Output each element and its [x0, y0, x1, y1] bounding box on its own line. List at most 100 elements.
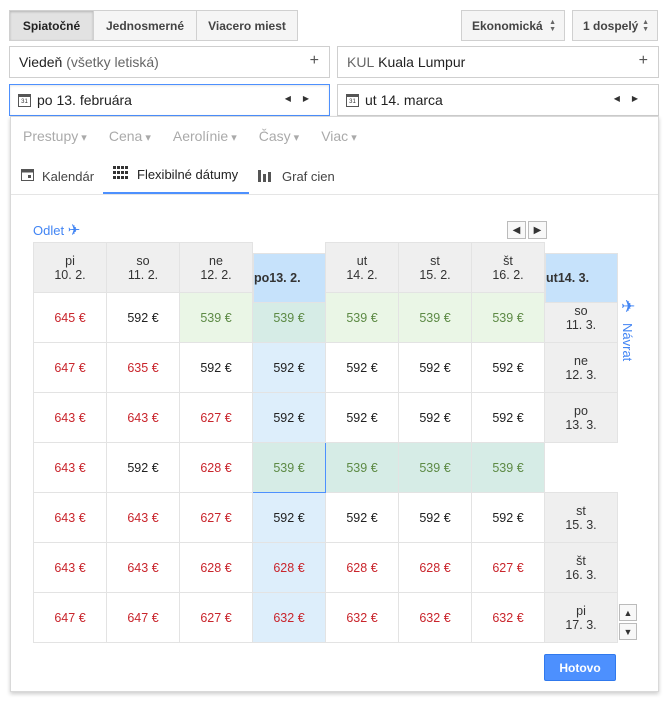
- price-cell[interactable]: 643 €: [33, 542, 107, 593]
- prev-week-button[interactable]: ◀: [507, 221, 526, 239]
- price-cell[interactable]: 539 €: [471, 292, 545, 343]
- price-cell[interactable]: 628 €: [325, 542, 399, 593]
- column-header[interactable]: št 16. 2.: [471, 242, 545, 293]
- depart-date-field[interactable]: 31 po 13. februára ◀▶: [9, 84, 330, 116]
- row-date: 14. 3.: [557, 270, 590, 285]
- price-cell[interactable]: 628 €: [179, 542, 253, 593]
- trip-type-oneway[interactable]: Jednosmerné: [93, 10, 197, 41]
- column-date: 12. 2.: [200, 267, 232, 282]
- price-cell[interactable]: 592 €: [106, 442, 180, 493]
- cabin-select[interactable]: Ekonomická ▲ ▼: [461, 10, 565, 41]
- price-cell[interactable]: 643 €: [106, 542, 180, 593]
- row-header[interactable]: st 15. 3.: [544, 492, 618, 543]
- price-cell[interactable]: 539 €: [398, 292, 472, 343]
- price-cell[interactable]: 628 €: [179, 442, 253, 493]
- row-header[interactable]: ne 12. 3.: [544, 342, 618, 393]
- price-cell[interactable]: 539 €: [179, 292, 253, 343]
- price-cell[interactable]: 592 €: [325, 492, 399, 543]
- column-header[interactable]: ne 12. 2.: [179, 242, 253, 293]
- price-cell[interactable]: 647 €: [106, 592, 180, 643]
- price-grid: pi 10. 2. so 11. 2. ne 12. 2. po 13. 2. ut 14. 2.…: [33, 242, 618, 643]
- column-header[interactable]: so 11. 2.: [106, 242, 180, 293]
- price-cell[interactable]: 539 €: [471, 442, 545, 493]
- price-cell[interactable]: 592 €: [471, 342, 545, 393]
- price-cell[interactable]: 643 €: [33, 442, 107, 493]
- price-cell[interactable]: 627 €: [471, 542, 545, 593]
- next-rows-button[interactable]: ▼: [619, 623, 637, 640]
- filter-price[interactable]: Cena: [109, 128, 151, 144]
- return-date-field[interactable]: 31 ut 14. marca ◀▶: [337, 84, 659, 116]
- price-cell[interactable]: 592 €: [398, 392, 472, 443]
- calendar-icon: 31: [346, 93, 359, 107]
- price-cell[interactable]: 643 €: [106, 492, 180, 543]
- price-cell[interactable]: 643 €: [33, 392, 107, 443]
- tab-flexible-dates[interactable]: Flexibilné dátumy: [103, 157, 249, 195]
- done-button[interactable]: Hotovo: [544, 654, 616, 681]
- price-cell[interactable]: 643 €: [106, 392, 180, 443]
- price-cell[interactable]: 647 €: [33, 592, 107, 643]
- column-header[interactable]: po 13. 2.: [253, 252, 326, 303]
- price-cell[interactable]: 592 €: [325, 392, 399, 443]
- destination-input[interactable]: KUL Kuala Lumpur +: [337, 46, 659, 78]
- tab-price-chart[interactable]: Graf cien: [258, 157, 358, 195]
- origin-suffix: (všetky letiská): [66, 54, 159, 70]
- origin-name: Viedeň: [19, 54, 63, 70]
- price-cell[interactable]: 592 €: [398, 492, 472, 543]
- table-row: 643 €643 €627 €592 €592 €592 €592 € st 15.…: [33, 492, 618, 543]
- column-date: 16. 2.: [492, 267, 524, 282]
- column-day: pi: [65, 253, 75, 268]
- price-cell[interactable]: 645 €: [33, 292, 107, 343]
- row-day: ut: [546, 270, 558, 285]
- price-cell[interactable]: 627 €: [179, 392, 253, 443]
- filter-times[interactable]: Časy: [259, 128, 299, 144]
- date-prev-next-icon[interactable]: ◀▶: [614, 94, 650, 103]
- row-header[interactable]: pi 17. 3.: [544, 592, 618, 643]
- tab-calendar[interactable]: Kalendár: [21, 157, 103, 195]
- return-label-text: Návrat: [620, 323, 635, 362]
- price-cell[interactable]: 539 €: [252, 442, 326, 493]
- row-header[interactable]: po 13. 3.: [544, 392, 618, 443]
- price-cell[interactable]: 628 €: [252, 542, 326, 593]
- filter-airlines[interactable]: Aerolínie: [173, 128, 237, 144]
- price-cell[interactable]: 592 €: [252, 342, 326, 393]
- price-cell[interactable]: 632 €: [325, 592, 399, 643]
- price-cell[interactable]: 627 €: [179, 492, 253, 543]
- price-cell[interactable]: 592 €: [398, 342, 472, 393]
- column-header[interactable]: st 15. 2.: [398, 242, 472, 293]
- add-origin-icon[interactable]: +: [310, 52, 319, 70]
- price-cell[interactable]: 635 €: [106, 342, 180, 393]
- price-cell[interactable]: 592 €: [325, 342, 399, 393]
- price-cell[interactable]: 632 €: [471, 592, 545, 643]
- price-cell[interactable]: 592 €: [179, 342, 253, 393]
- column-header[interactable]: ut 14. 2.: [325, 242, 399, 293]
- row-header[interactable]: št 16. 3.: [544, 542, 618, 593]
- row-header[interactable]: ut 14. 3.: [545, 252, 618, 303]
- trip-type-multi[interactable]: Viacero miest: [196, 10, 298, 41]
- prev-rows-button[interactable]: ▲: [619, 604, 637, 621]
- price-cell[interactable]: 592 €: [471, 392, 545, 443]
- updown-icon: ▲ ▼: [549, 19, 556, 33]
- price-cell[interactable]: 627 €: [179, 592, 253, 643]
- filter-more[interactable]: Viac: [321, 128, 357, 144]
- add-destination-icon[interactable]: +: [639, 52, 648, 70]
- price-cell[interactable]: 592 €: [252, 492, 326, 543]
- trip-type-round[interactable]: Spiatočné: [9, 10, 94, 41]
- price-cell[interactable]: 539 €: [325, 442, 399, 493]
- price-cell[interactable]: 592 €: [471, 492, 545, 543]
- origin-input[interactable]: Viedeň (všetky letiská) +: [9, 46, 330, 78]
- price-cell[interactable]: 539 €: [398, 442, 472, 493]
- next-week-button[interactable]: ▶: [528, 221, 547, 239]
- passengers-select[interactable]: 1 dospelý ▲ ▼: [572, 10, 658, 41]
- price-cell[interactable]: 632 €: [398, 592, 472, 643]
- row-day: so: [574, 303, 588, 318]
- price-cell[interactable]: 539 €: [325, 292, 399, 343]
- price-cell[interactable]: 592 €: [252, 392, 326, 443]
- date-prev-next-icon[interactable]: ◀▶: [285, 94, 321, 103]
- price-cell[interactable]: 632 €: [252, 592, 326, 643]
- price-cell[interactable]: 643 €: [33, 492, 107, 543]
- price-cell[interactable]: 628 €: [398, 542, 472, 593]
- filter-stops[interactable]: Prestupy: [23, 128, 87, 144]
- column-header[interactable]: pi 10. 2.: [33, 242, 107, 293]
- price-cell[interactable]: 592 €: [106, 292, 180, 343]
- price-cell[interactable]: 647 €: [33, 342, 107, 393]
